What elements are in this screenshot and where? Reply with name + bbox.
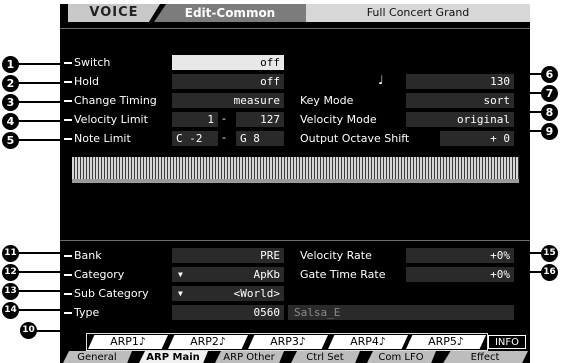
note-limit-label: Note Limit <box>64 132 131 146</box>
change-timing-label: Change Timing <box>64 94 157 108</box>
tab-ctrl-set[interactable]: Ctrl Set <box>290 351 360 363</box>
callout-8: 8 <box>541 104 558 121</box>
callout-13: 13 <box>2 283 19 300</box>
output-octave-shift-label: Output Octave Shift <box>300 132 410 145</box>
callout-16: 16 <box>541 264 558 281</box>
arp3-button[interactable]: ARP3♪ <box>248 335 328 349</box>
callout-11-leader <box>18 252 66 254</box>
category-label: Category <box>64 268 124 282</box>
key-mode-value[interactable]: sort <box>406 93 514 108</box>
header-divider <box>60 28 530 29</box>
callout-1-leader <box>18 63 66 65</box>
bank-value[interactable]: PRE <box>172 248 284 263</box>
callout-6: 6 <box>541 66 558 83</box>
middle-divider <box>60 240 530 241</box>
keyboard-graphic <box>72 157 519 183</box>
arp4-button[interactable]: ARP4♪ <box>328 335 408 349</box>
change-timing-value[interactable]: measure <box>172 93 284 108</box>
switch-label: Switch <box>64 56 110 70</box>
hold-value[interactable]: off <box>172 74 284 89</box>
callout-10: 10 <box>20 322 37 339</box>
velocity-mode-label: Velocity Mode <box>300 113 377 126</box>
info-button[interactable]: INFO <box>488 335 526 349</box>
category-value[interactable]: ▼ ApKb <box>172 267 284 282</box>
callout-9: 9 <box>541 123 558 140</box>
tab-effect[interactable]: Effect <box>442 351 528 363</box>
callout-4-leader <box>18 120 66 122</box>
type-name: Salsa_E <box>288 305 514 320</box>
velocity-limit-label: Velocity Limit <box>64 113 148 127</box>
velocity-limit-sep: - <box>222 112 226 125</box>
tab-arp-other[interactable]: ARP Other <box>214 351 284 363</box>
note-limit-low[interactable]: C -2 <box>172 131 218 146</box>
type-label: Type <box>64 306 99 320</box>
sub-category-label: Sub Category <box>64 287 149 301</box>
hold-label: Hold <box>64 75 99 89</box>
tab-arp-main[interactable]: ARP Main <box>138 351 208 363</box>
tab-general[interactable]: General <box>62 351 132 363</box>
callout-1: 1 <box>2 56 19 73</box>
arp5-button[interactable]: ARP5♪ <box>406 335 486 349</box>
gate-time-rate-label: Gate Time Rate <box>300 268 386 281</box>
velocity-rate-label: Velocity Rate <box>300 249 372 262</box>
callout-12-leader <box>18 271 66 273</box>
callout-4: 4 <box>2 113 19 130</box>
arp1-button[interactable]: ARP1♪ <box>88 335 168 349</box>
velocity-limit-high[interactable]: 127 <box>236 112 284 127</box>
tempo-note-icon: ♩ <box>378 73 384 87</box>
callout-13-leader <box>18 290 66 292</box>
edit-common-title: Edit-Common <box>154 4 306 22</box>
callout-5: 5 <box>2 132 19 149</box>
callout-14-leader <box>18 309 66 311</box>
bank-label: Bank <box>64 249 102 263</box>
velocity-limit-low[interactable]: 1 <box>172 112 218 127</box>
key-mode-label: Key Mode <box>300 94 354 107</box>
voice-name: Full Concert Grand <box>306 4 530 22</box>
arp2-button[interactable]: ARP2♪ <box>168 335 248 349</box>
lcd-screen: VOICE Edit-Common Full Concert Grand Swi… <box>60 4 530 363</box>
tempo-value[interactable]: 130 <box>406 74 514 89</box>
tab-voice[interactable]: VOICE <box>68 4 160 22</box>
sub-category-value[interactable]: ▼ <World> <box>172 286 284 301</box>
velocity-mode-value[interactable]: original <box>406 112 514 127</box>
dropdown-arrow-icon: ▼ <box>178 270 183 279</box>
callout-15: 15 <box>541 245 558 262</box>
callout-14: 14 <box>2 302 19 319</box>
output-octave-shift-value[interactable]: + 0 <box>440 131 514 146</box>
velocity-rate-value[interactable]: +0% <box>406 248 514 263</box>
dropdown-arrow-icon: ▼ <box>178 289 183 298</box>
type-number[interactable]: 0560 <box>172 305 284 320</box>
callout-7: 7 <box>541 85 558 102</box>
callout-2-leader <box>18 82 66 84</box>
callout-5-leader <box>18 139 66 141</box>
tab-com-lfo[interactable]: Com LFO <box>366 351 436 363</box>
switch-value[interactable]: off <box>172 55 284 70</box>
callout-12: 12 <box>2 264 19 281</box>
callout-2: 2 <box>2 75 19 92</box>
note-limit-high[interactable]: G 8 <box>236 131 284 146</box>
callout-3-leader <box>18 101 66 103</box>
callout-3: 3 <box>2 94 19 111</box>
callout-11: 11 <box>2 245 19 262</box>
gate-time-rate-value[interactable]: +0% <box>406 267 514 282</box>
note-limit-sep: - <box>222 131 226 144</box>
